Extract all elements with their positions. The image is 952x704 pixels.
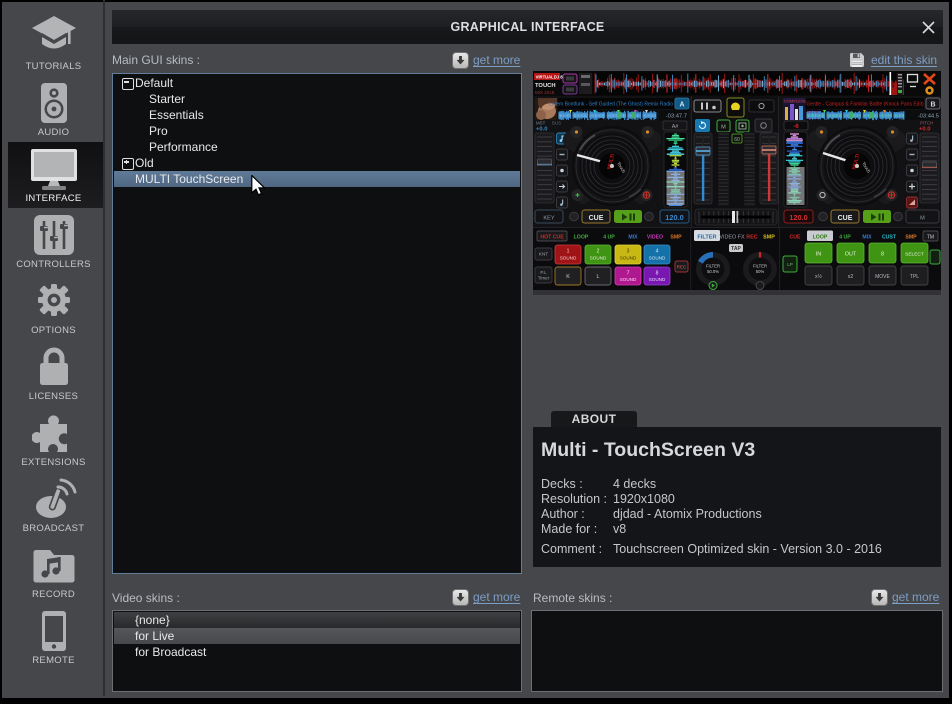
svg-text:MST: MST: [536, 121, 546, 126]
svg-text:M: M: [920, 215, 925, 221]
svg-text:Lorem Bomfunk - Self Guided (T: Lorem Bomfunk - Self Guided (The Ghost) …: [549, 101, 684, 107]
svg-text:K: K: [566, 274, 570, 280]
svg-text:LP: LP: [787, 262, 793, 267]
svg-text:2: 2: [597, 248, 600, 254]
svg-text:120.0: 120.0: [665, 213, 684, 222]
svg-text:TAP: TAP: [731, 246, 741, 252]
svg-text:REC: REC: [746, 234, 757, 240]
svg-text:SELECT: SELECT: [905, 252, 924, 258]
svg-text:SOUND: SOUND: [590, 256, 607, 261]
svg-text:4: 4: [656, 248, 659, 254]
svg-text:MOVE: MOVE: [875, 274, 890, 280]
svg-text:x½: x½: [815, 273, 823, 280]
svg-text:Timer: Timer: [538, 276, 550, 281]
svg-text:A#: A#: [672, 124, 679, 130]
svg-text:LOOP: LOOP: [574, 235, 589, 241]
svg-text:FILTER: FILTER: [697, 234, 716, 240]
svg-text:CUST: CUST: [882, 235, 897, 241]
svg-text:CUE: CUE: [838, 215, 853, 222]
svg-text:7: 7: [627, 270, 630, 276]
svg-text:x2: x2: [848, 274, 854, 280]
svg-text:50.0%: 50.0%: [707, 269, 719, 274]
svg-text:120.0: 120.0: [789, 213, 808, 222]
svg-text:FILTER: FILTER: [753, 264, 767, 269]
svg-text:SOUND: SOUND: [649, 277, 666, 282]
svg-text:SMP: SMP: [670, 235, 682, 241]
svg-text:SOUND: SOUND: [649, 256, 666, 261]
svg-text:KNT: KNT: [539, 252, 548, 257]
svg-text:KEY: KEY: [543, 216, 554, 222]
svg-text:TOUCH: TOUCH: [535, 83, 556, 89]
svg-text:CUE: CUE: [589, 215, 604, 222]
svg-text:REC: REC: [677, 265, 687, 270]
svg-text:+0.0: +0.0: [536, 127, 547, 133]
svg-text:SOUND: SOUND: [620, 256, 637, 261]
svg-text:PITCH: PITCH: [920, 121, 933, 126]
svg-text:-03:44.5: -03:44.5: [918, 113, 939, 119]
svg-text:VIRTUALDJ 8: VIRTUALDJ 8: [536, 74, 564, 79]
svg-text:-6: -6: [793, 124, 799, 130]
svg-text:OUT: OUT: [845, 252, 857, 258]
svg-text:A: A: [679, 102, 684, 109]
svg-text:8: 8: [881, 252, 884, 258]
svg-text:COMPLETE: COMPLETE: [784, 98, 806, 103]
svg-text:50%: 50%: [756, 269, 765, 274]
svg-text:IN: IN: [816, 252, 821, 258]
svg-text:+0.0: +0.0: [919, 127, 930, 133]
svg-text:SOUND: SOUND: [620, 277, 637, 282]
svg-text:L: L: [597, 274, 600, 280]
svg-text:MIX: MIX: [862, 235, 872, 241]
svg-text:TM: TM: [927, 235, 934, 241]
svg-text:SOUND: SOUND: [560, 256, 577, 261]
svg-text:BUS: BUS: [552, 121, 561, 126]
svg-text:SMP: SMP: [905, 235, 917, 241]
svg-text:3: 3: [627, 248, 630, 254]
svg-text:VIDEO: VIDEO: [647, 235, 663, 241]
svg-text:P.L: P.L: [540, 270, 547, 275]
svg-text:B: B: [930, 102, 935, 109]
svg-text:-03:47.7: -03:47.7: [666, 113, 687, 119]
svg-text:Gentle - Campus & Familiar Bat: Gentle - Campus & Familiar Battle (Knock…: [806, 101, 924, 107]
svg-text:SMP: SMP: [763, 234, 775, 240]
svg-text:MIX: MIX: [628, 235, 638, 241]
svg-text:TPL: TPL: [910, 274, 919, 280]
svg-text:4 UP: 4 UP: [603, 235, 615, 241]
svg-text:CUE: CUE: [790, 235, 801, 241]
svg-text:LOOP: LOOP: [813, 234, 828, 240]
svg-text:4 UP: 4 UP: [839, 235, 851, 241]
svg-text:MIX 2018: MIX 2018: [535, 90, 555, 95]
svg-text:FILTER: FILTER: [706, 264, 720, 269]
svg-text:8: 8: [656, 270, 659, 276]
svg-text:HOT CUE: HOT CUE: [540, 235, 564, 241]
svg-text:VIDEO FX: VIDEO FX: [719, 234, 745, 240]
svg-text:1: 1: [567, 248, 570, 254]
svg-text:M: M: [721, 125, 726, 131]
svg-text:60: 60: [734, 137, 740, 143]
